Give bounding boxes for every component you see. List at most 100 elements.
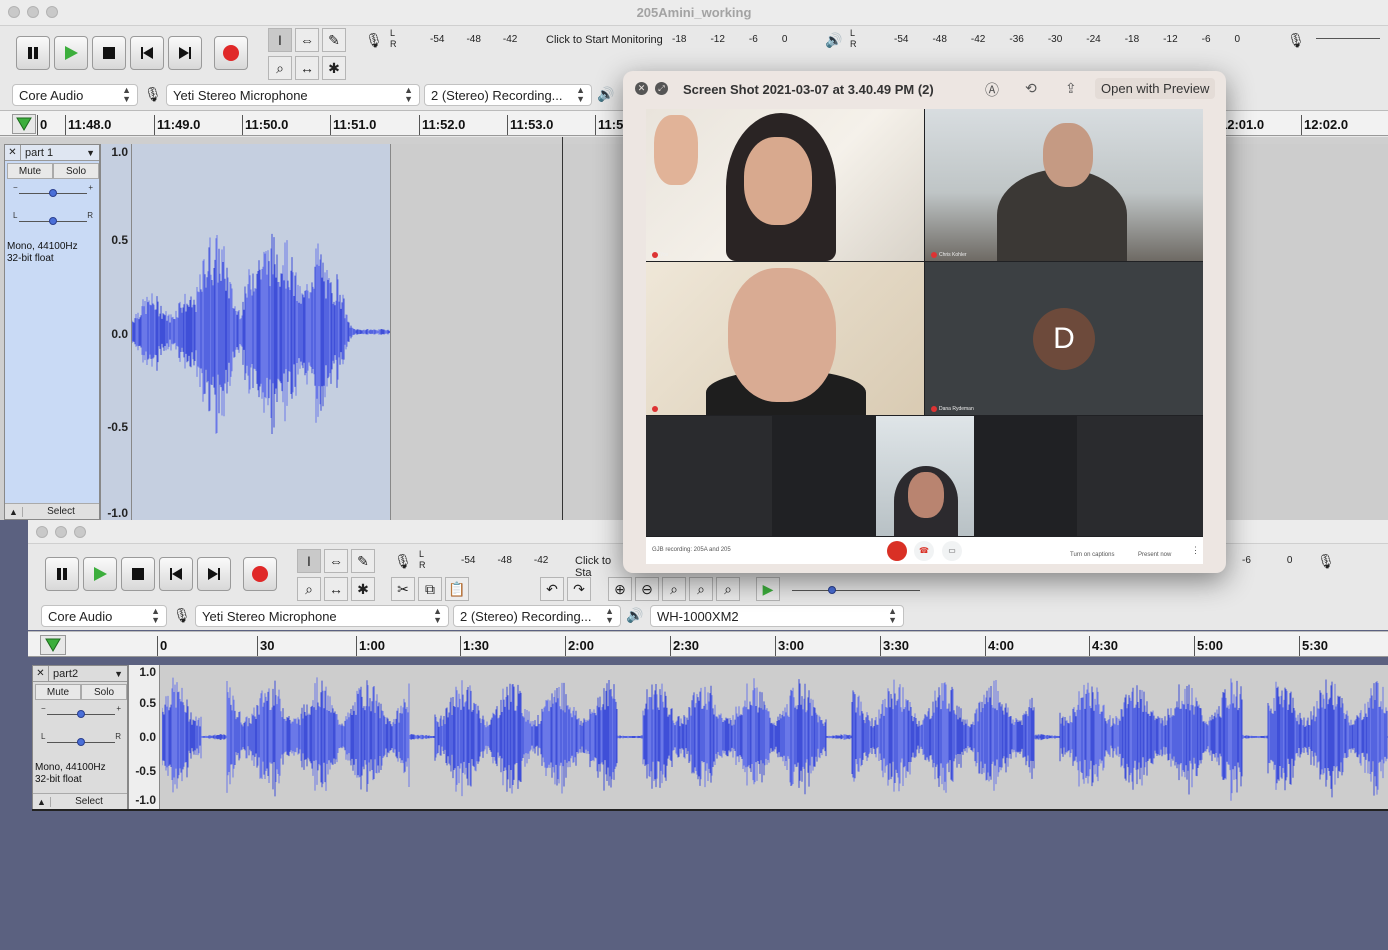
track-control-panel[interactable]: ✕ part 1 ▼ Mute Solo − + LR Mono, 44100Hz 32…	[4, 144, 100, 520]
participant-tile	[646, 262, 924, 415]
monitor-prompt[interactable]: Click to Sta	[575, 555, 619, 579]
redo-button[interactable]: ↷	[567, 577, 591, 601]
hangup-button[interactable]: ☎	[914, 541, 934, 561]
title-bar: 205Amini_working	[0, 0, 1388, 26]
record-meter-right[interactable]: -6 0	[1242, 549, 1312, 573]
collapse-up-icon[interactable]: ▲	[33, 796, 51, 807]
zoom-toggle-button[interactable]: ⌕	[716, 577, 740, 601]
chevron-down-icon[interactable]: ▼	[86, 148, 99, 158]
more-options-icon[interactable]: ⋮	[1191, 545, 1200, 556]
record-meter-mic-button[interactable]: 🎙	[362, 28, 386, 52]
select-track-button[interactable]: ▲ Select	[5, 503, 99, 519]
skip-start-button[interactable]	[130, 36, 164, 70]
play-meter[interactable]: LR -54 -48 -42 -36 -30 -24 -18 -12 -6 0	[850, 28, 1270, 52]
play-speed-slider[interactable]	[786, 582, 926, 594]
selection-tool[interactable]: I	[297, 549, 321, 573]
undo-button[interactable]: ↶	[540, 577, 564, 601]
audio-host-select[interactable]: Core Audio ▲ ▼	[12, 84, 138, 106]
stop-icon	[103, 47, 115, 59]
select-track-button[interactable]: ▲ Select	[33, 793, 127, 809]
record-meter[interactable]: LR -54 -48 -42 Click to Sta	[419, 549, 619, 579]
zoom-out-button[interactable]: ⊖	[635, 577, 659, 601]
pause-button[interactable]	[16, 36, 50, 70]
share-icon[interactable]: ⇪	[1065, 80, 1077, 97]
paste-button[interactable]: 📋	[445, 577, 469, 601]
copy-button[interactable]: ⧉	[418, 577, 442, 601]
tile-dark-right	[1077, 416, 1203, 536]
recording-volume-slider[interactable]	[1310, 30, 1386, 42]
draw-tool[interactable]: ✎	[322, 28, 346, 52]
play-meter-speaker-button[interactable]: 🔊	[822, 28, 846, 52]
audio-host-select[interactable]: Core Audio ▲ ▼	[41, 605, 167, 627]
mute-button[interactable]: Mute	[35, 684, 81, 700]
multi-tool[interactable]: ✱	[351, 577, 375, 601]
input-device-select[interactable]: Yeti Stereo Microphone ▲ ▼	[166, 84, 420, 106]
chevron-down-icon[interactable]: ▼	[114, 669, 127, 679]
zoom-tool[interactable]: ⌕	[297, 577, 321, 601]
track-control-panel[interactable]: ✕ part2 ▼ Mute Solo − + LR Mono, 44100Hz 32-…	[32, 665, 128, 810]
fullscreen-icon[interactable]: ⤢	[655, 82, 668, 95]
record-meter-mic-button[interactable]: 🎙	[391, 549, 415, 573]
pause-button[interactable]	[45, 557, 79, 591]
magnifier-icon: ⌕	[305, 580, 313, 597]
multi-tool[interactable]: ✱	[322, 56, 346, 80]
channels-select[interactable]: 2 (Stereo) Recording... ▲ ▼	[424, 84, 592, 106]
minimize-window-button[interactable]	[55, 526, 67, 538]
play-head-triangle-icon[interactable]	[40, 635, 66, 655]
track-name[interactable]: part 1	[21, 147, 86, 159]
close-window-button[interactable]	[36, 526, 48, 538]
timeshift-tool[interactable]: ↔	[295, 56, 319, 80]
selection-tool[interactable]: I	[268, 28, 292, 52]
input-device-select[interactable]: Yeti Stereo Microphone ▲ ▼	[195, 605, 449, 627]
rotate-icon[interactable]: ⟲	[1025, 80, 1037, 97]
channels-select[interactable]: 2 (Stereo) Recording... ▲ ▼	[453, 605, 621, 627]
mute-button[interactable]: Mute	[7, 163, 53, 179]
record-meter[interactable]: LR -54 -48 -42 Click to Start Monitoring…	[390, 28, 810, 52]
zoom-in-button[interactable]: ⊕	[608, 577, 632, 601]
pan-slider[interactable]: LR	[41, 732, 121, 746]
skip-start-button[interactable]	[159, 557, 193, 591]
camera-button[interactable]: ▭	[942, 541, 962, 561]
monitor-prompt[interactable]: Click to Start Monitoring	[546, 34, 663, 46]
markup-icon[interactable]: Ⓐ	[985, 80, 999, 100]
record-button[interactable]	[243, 557, 277, 591]
gain-slider[interactable]: − +	[41, 704, 121, 718]
fit-selection-button[interactable]: ⌕	[662, 577, 686, 601]
cut-button[interactable]: ✂	[391, 577, 415, 601]
play-button[interactable]	[83, 557, 117, 591]
waveform-part1[interactable]	[132, 144, 390, 520]
track-name[interactable]: part2	[49, 668, 114, 680]
play-button[interactable]	[54, 36, 88, 70]
record-button[interactable]	[214, 36, 248, 70]
play-head-triangle-icon[interactable]	[12, 114, 36, 134]
draw-tool[interactable]: ✎	[351, 549, 375, 573]
play-at-speed-button[interactable]: ▶	[756, 577, 780, 601]
close-track-icon[interactable]: ✕	[33, 666, 49, 681]
zoom-window-button[interactable]	[74, 526, 86, 538]
present-button[interactable]: Present now	[1138, 552, 1171, 558]
envelope-tool[interactable]: ⇔	[295, 28, 319, 52]
gain-slider[interactable]: − +	[13, 183, 93, 197]
output-device-select[interactable]: WH-1000XM2 ▲ ▼	[650, 605, 904, 627]
speaker-icon: 🔊	[597, 86, 615, 102]
fit-project-button[interactable]: ⌕	[689, 577, 713, 601]
timeshift-tool[interactable]: ↔	[324, 577, 348, 601]
updown-icon: ▲ ▼	[888, 606, 897, 625]
skip-end-button[interactable]	[168, 36, 202, 70]
collapse-up-icon[interactable]: ▲	[5, 506, 23, 517]
timeline-ruler[interactable]: 0 30 1:00 1:30 2:00 2:30 3:00 3:30 4:00 …	[28, 631, 1388, 657]
captions-button[interactable]: Turn on captions	[1070, 552, 1114, 558]
waveform-part2[interactable]	[162, 665, 1388, 810]
stop-button[interactable]	[121, 557, 155, 591]
close-icon[interactable]: ✕	[635, 82, 648, 95]
envelope-tool[interactable]: ⇔	[324, 549, 348, 573]
open-with-preview-button[interactable]: Open with Preview	[1095, 78, 1216, 99]
stop-button[interactable]	[92, 36, 126, 70]
solo-button[interactable]: Solo	[81, 684, 127, 700]
skip-end-button[interactable]	[197, 557, 231, 591]
solo-button[interactable]: Solo	[53, 163, 99, 179]
pan-slider[interactable]: LR	[13, 211, 93, 225]
mic-off-button[interactable]	[887, 541, 907, 561]
close-track-icon[interactable]: ✕	[5, 145, 21, 160]
zoom-tool[interactable]: ⌕	[268, 56, 292, 80]
